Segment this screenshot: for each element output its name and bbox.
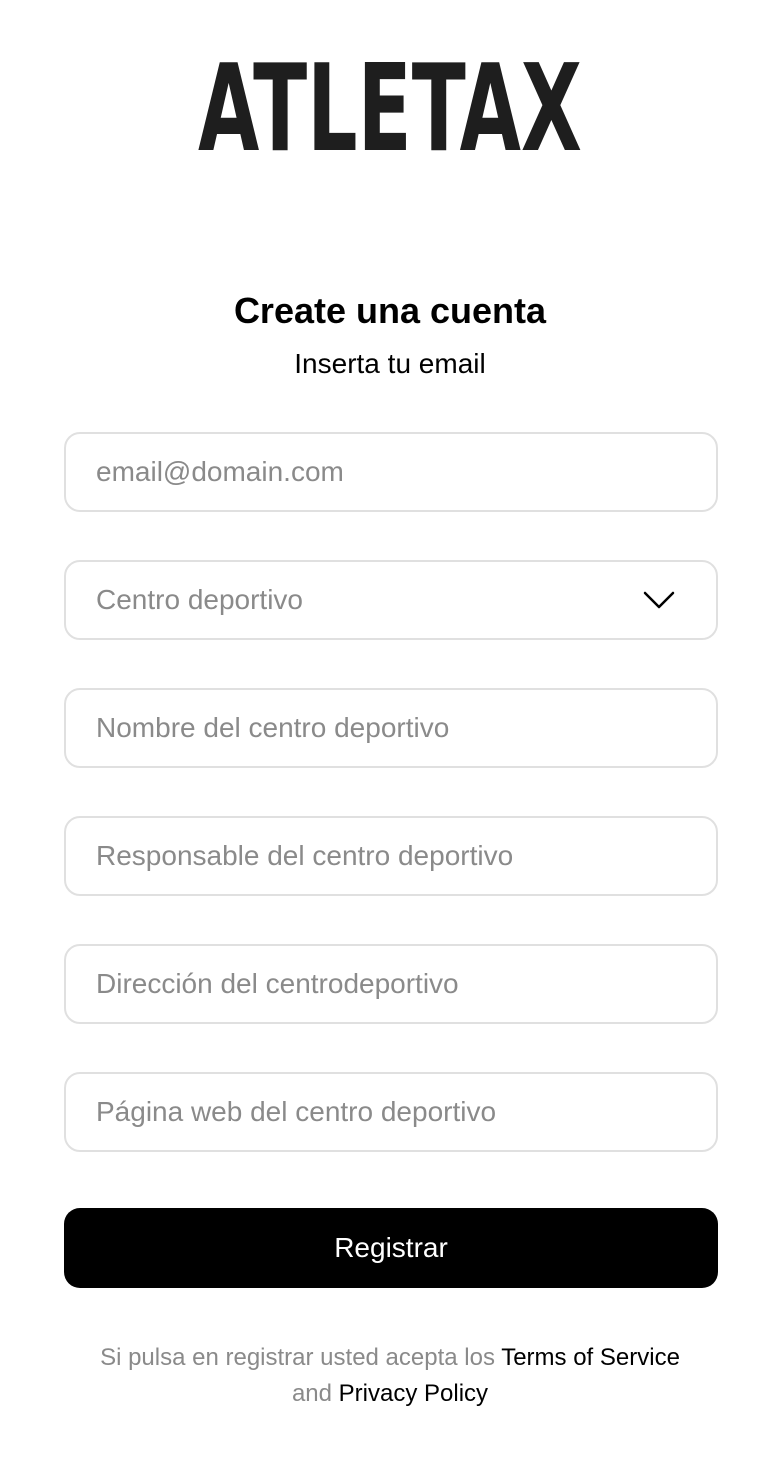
legal-prefix-text: Si pulsa en registrar usted acepta los	[100, 1344, 495, 1371]
privacy-policy-link[interactable]: Privacy Policy	[339, 1380, 488, 1407]
terms-of-service-link[interactable]: Terms of Service	[501, 1344, 680, 1371]
center-name-input[interactable]	[66, 690, 716, 766]
legal-notice: Si pulsa en registrar usted acepta los T…	[40, 1340, 740, 1412]
brand-logo: ATLETAX	[198, 40, 582, 179]
center-name-field-wrapper	[64, 688, 718, 768]
email-input[interactable]	[66, 434, 716, 510]
chevron-down-icon	[643, 591, 675, 609]
center-website-field-wrapper	[64, 1072, 718, 1152]
center-manager-field-wrapper	[64, 816, 718, 896]
center-type-selected-value: Centro deportivo	[96, 584, 304, 615]
center-website-input[interactable]	[66, 1074, 716, 1150]
page-title: Create una cuenta	[233, 290, 547, 331]
center-address-input[interactable]	[66, 946, 716, 1022]
center-type-select[interactable]: Centro deportivo	[64, 560, 718, 640]
center-address-field-wrapper	[64, 944, 718, 1024]
page-subtitle: Inserta tu email	[294, 348, 486, 379]
email-field-wrapper	[64, 432, 718, 512]
center-manager-input[interactable]	[66, 818, 716, 894]
register-button[interactable]: Registrar	[64, 1208, 718, 1288]
legal-conjunction-text: and	[291, 1380, 332, 1407]
